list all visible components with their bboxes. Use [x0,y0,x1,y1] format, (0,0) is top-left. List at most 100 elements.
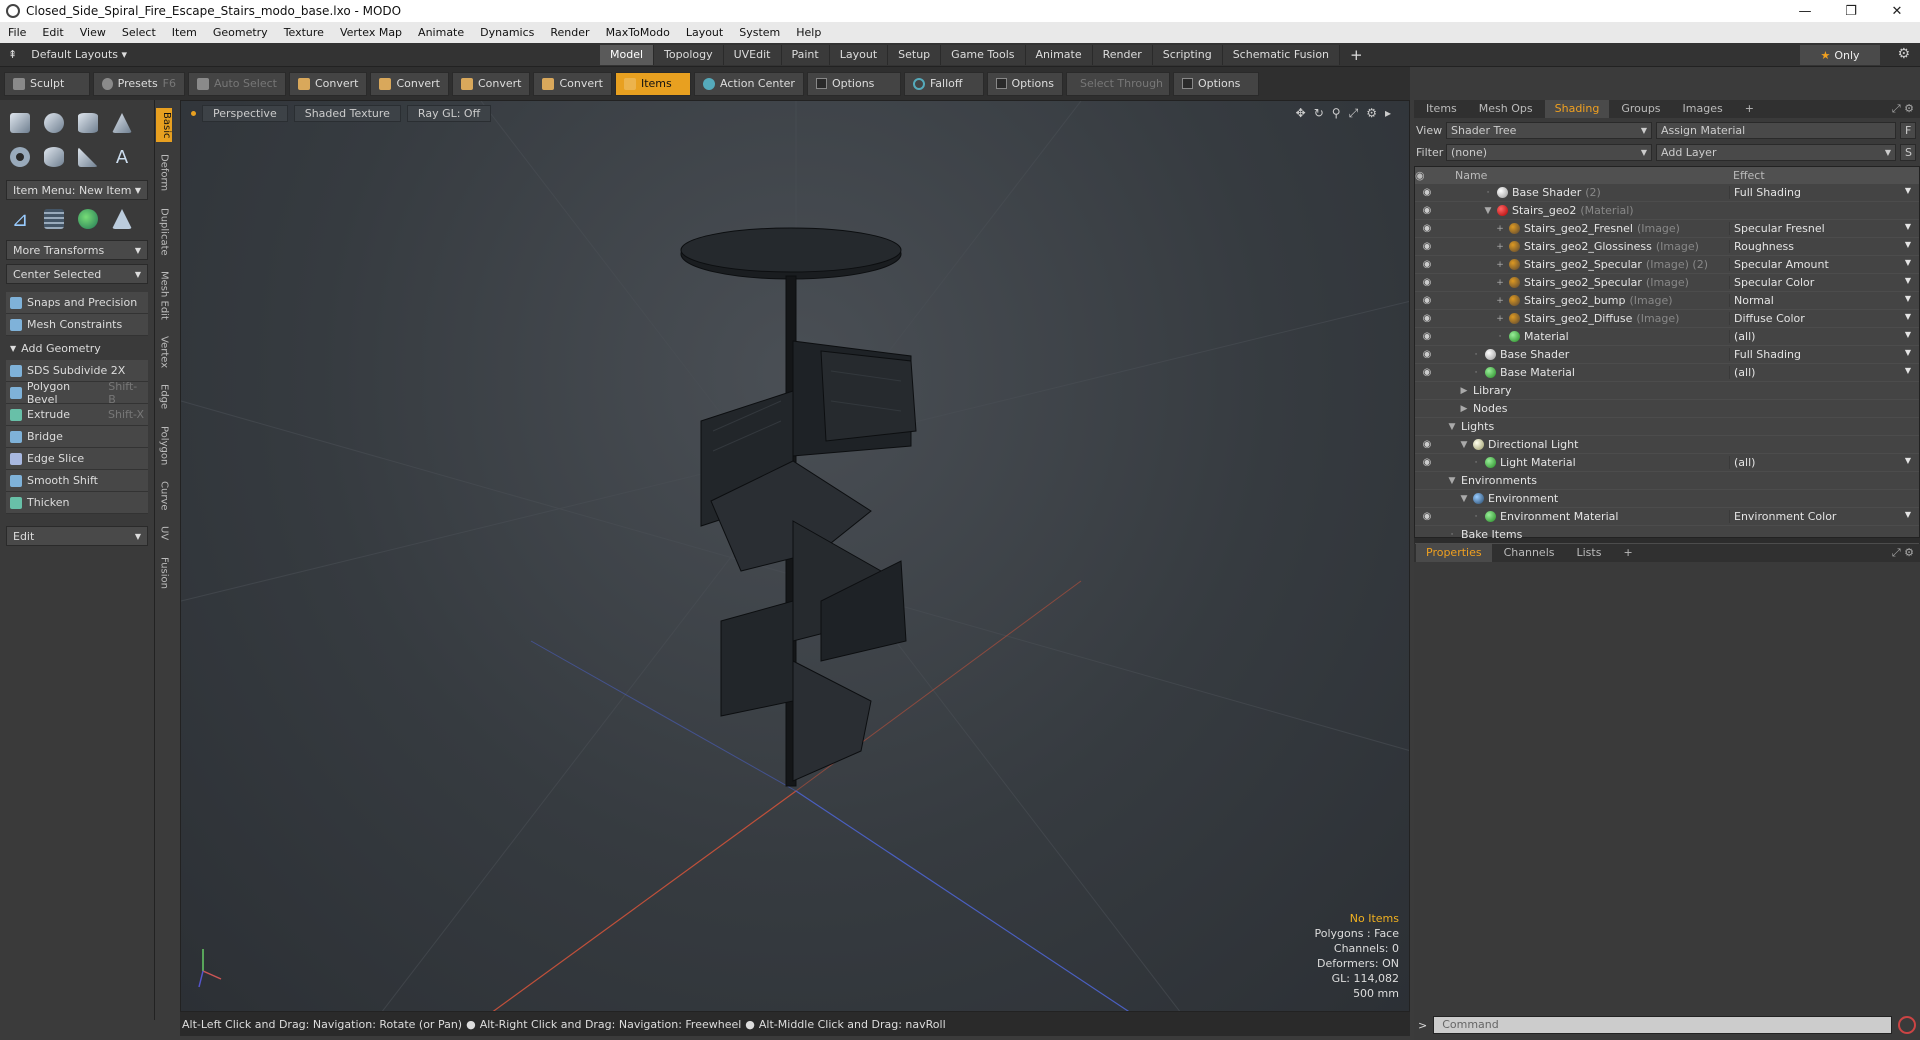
tab-setup[interactable]: Setup [888,44,942,65]
fit-icon[interactable]: ⤢ [1349,106,1359,121]
name-column-header[interactable]: Name [1439,169,1729,182]
zoom-icon[interactable]: ⚲ [1332,106,1341,121]
visibility-eye-icon[interactable]: ◉ [1415,349,1439,360]
tree-row[interactable]: ▼ Environments [1415,472,1919,490]
tree-row[interactable]: ◉ ▼ Directional Light [1415,436,1919,454]
globe-icon[interactable] [74,205,102,233]
tree-row[interactable]: ◉ · Light Material (all) ▼ [1415,454,1919,472]
sculpt-button[interactable]: Sculpt [4,71,90,96]
vtab-basic[interactable]: Basic [156,108,172,143]
vtab-curve[interactable]: Curve [159,477,170,515]
only-toggle[interactable]: ★ Only [1800,45,1880,65]
default-layouts-dropdown[interactable]: Default Layouts ▾ [31,48,127,61]
command-input[interactable]: Command [1433,1016,1892,1034]
add-layer-dropdown[interactable]: Add Layer ▼ [1656,143,1896,161]
auto-select-button[interactable]: Auto Select [188,71,286,96]
panel-expand-icon[interactable]: ⤢ ⚙ [1886,100,1920,118]
wedge-primitive-icon[interactable] [74,143,102,171]
panel-tab-items[interactable]: Items [1416,100,1467,118]
sphere-primitive-icon[interactable] [40,109,68,137]
tool-smooth-shift[interactable]: Smooth Shift [6,470,148,492]
action-center-options-button[interactable]: Options [806,71,901,96]
tab-paint[interactable]: Paint [781,44,830,65]
tool-thicken[interactable]: Thicken [6,492,148,514]
vtab-uv[interactable]: UV [159,522,170,544]
expand-toggle-icon[interactable]: ▶ [1459,404,1469,414]
visibility-eye-icon[interactable]: ◉ [1415,241,1439,252]
layer-effect[interactable]: Specular Amount ▼ [1729,258,1919,271]
layer-effect[interactable]: (all) ▼ [1729,456,1919,469]
tree-row[interactable]: ◉ + Stairs_geo2_bump (Image) Normal ▼ [1415,292,1919,310]
viewport-expand-icon[interactable]: ▸ [1385,106,1391,121]
action-center-button[interactable]: Action Center [693,71,804,96]
tree-row[interactable]: ◉ · Base Shader Full Shading ▼ [1415,346,1919,364]
expand-toggle-icon[interactable]: + [1495,224,1505,234]
visibility-eye-icon[interactable]: ◉ [1415,295,1439,306]
visibility-eye-icon[interactable]: ◉ [1415,223,1439,234]
layer-effect[interactable]: Full Shading ▼ [1729,186,1919,199]
panel-tab-images[interactable]: Images [1673,100,1733,118]
cylinder-primitive-icon[interactable] [74,109,102,137]
raygl-button[interactable]: Ray GL: Off [406,105,492,122]
presets-button[interactable]: Presets F6 [93,71,185,96]
vtab-edge[interactable]: Edge [159,380,170,413]
tree-row[interactable]: ▼ Environment [1415,490,1919,508]
vtab-deform[interactable]: Deform [159,150,170,195]
locator-icon[interactable]: ⊿ [6,205,34,233]
assign-material-button[interactable]: Assign Material [1656,121,1896,139]
menu-geometry[interactable]: Geometry [205,26,276,39]
f-button[interactable]: F [1900,121,1916,139]
visibility-eye-icon[interactable]: ◉ [1415,205,1439,216]
tab-scripting[interactable]: Scripting [1152,44,1223,65]
maximize-button[interactable]: ❐ [1828,4,1874,19]
vtab-duplicate[interactable]: Duplicate [159,204,170,260]
center-selected-dropdown[interactable]: Center Selected ▼ [6,264,148,284]
convert-edge-button[interactable]: Convert [370,71,449,96]
expand-toggle-icon[interactable]: + [1495,260,1505,270]
viewport-gear-icon[interactable]: ⚙ [1366,106,1377,121]
tool-bridge[interactable]: Bridge [6,426,148,448]
panel-tab-add[interactable]: + [1735,100,1764,118]
props-tab-add[interactable]: + [1613,544,1642,562]
layer-effect[interactable]: Environment Color ▼ [1729,510,1919,523]
convert-material-button[interactable]: Convert [533,71,612,96]
tree-row[interactable]: ◉ · Material (all) ▼ [1415,328,1919,346]
expand-toggle-icon[interactable]: ▼ [1459,494,1469,504]
tool-polygon-bevel[interactable]: Polygon Bevel Shift-B [6,380,148,406]
s-button[interactable]: S [1900,143,1916,161]
tree-row[interactable]: ◉ · Environment Material Environment Color ▼ [1415,508,1919,526]
vtab-polygon[interactable]: Polygon [159,422,170,469]
effect-column-header[interactable]: Effect [1729,169,1919,182]
tree-row[interactable]: ◉ · Base Shader (2) Full Shading ▼ [1415,184,1919,202]
menu-render[interactable]: Render [542,26,597,39]
falloff-options-button[interactable]: Options [986,71,1063,96]
snaps-and-precision-button[interactable]: Snaps and Precision [6,292,148,314]
menu-item[interactable]: Item [164,26,205,39]
vtab-fusion[interactable]: Fusion [159,553,170,593]
3d-viewport[interactable]: Perspective Shaded Texture Ray GL: Off ✥… [180,100,1410,1012]
visibility-eye-icon[interactable]: ◉ [1415,457,1439,468]
menu-file[interactable]: File [0,26,34,39]
layer-effect[interactable]: (all) ▼ [1729,330,1919,343]
select-through-button[interactable]: Select Through [1065,71,1170,96]
menu-system[interactable]: System [731,26,788,39]
tab-model[interactable]: Model [600,44,655,65]
close-button[interactable]: ✕ [1874,4,1920,19]
capsule-primitive-icon[interactable] [40,143,68,171]
expand-toggle-icon[interactable]: ▼ [1483,206,1493,216]
menu-select[interactable]: Select [114,26,164,39]
visibility-eye-icon[interactable]: ◉ [1415,367,1439,378]
panel-tab-groups[interactable]: Groups [1611,100,1670,118]
visibility-eye-icon[interactable]: ◉ [1415,187,1439,198]
shading-mode-button[interactable]: Shaded Texture [293,105,401,122]
layer-effect[interactable]: Diffuse Color ▼ [1729,312,1919,325]
edit-dropdown[interactable]: Edit ▼ [6,526,148,546]
menu-vertex-map[interactable]: Vertex Map [332,26,410,39]
panel-tab-mesh-ops[interactable]: Mesh Ops [1469,100,1543,118]
tool-extrude[interactable]: Extrude Shift-X [6,404,148,426]
visibility-eye-icon[interactable]: ◉ [1415,511,1439,522]
expand-toggle-icon[interactable]: ▶ [1459,386,1469,396]
layer-effect[interactable]: Specular Fresnel ▼ [1729,222,1919,235]
more-transforms-dropdown[interactable]: More Transforms ▼ [6,240,148,260]
menu-maxtomodo[interactable]: MaxToModo [598,26,678,39]
